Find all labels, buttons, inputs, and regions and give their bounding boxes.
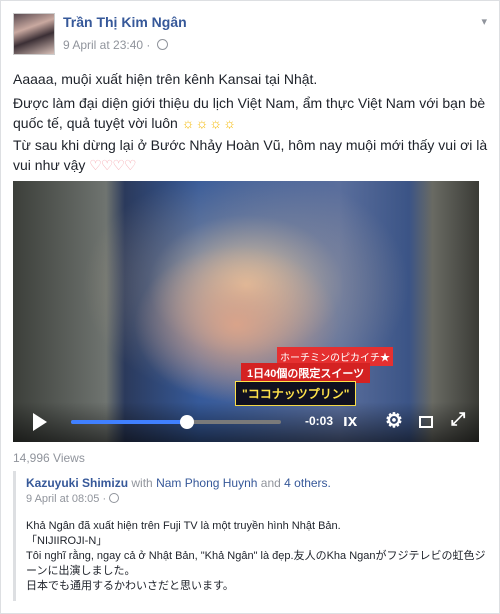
post-line-3: Từ sau khi dừng lại ở Bước Nhảy Hoàn Vũ,… [13, 135, 489, 175]
sun-emoji-icon: ☼☼☼☼ [181, 115, 238, 131]
shared-author-line: Kazuyuki Shimizu with Nam Phong Huynh an… [26, 476, 331, 490]
post-meta: 9 April at 23:40 · [63, 38, 168, 52]
post-line-2-text: Được làm đại diện giới thiệu du lịch Việ… [13, 95, 486, 131]
post-line-1: Aaaaa, muội xuất hiện trên kênh Kansai t… [13, 71, 318, 87]
fullscreen-icon[interactable]: ⤢ [451, 409, 465, 430]
post-time[interactable]: 9 April at 23:40 [63, 38, 143, 52]
post-line-3-text: Từ sau khi dừng lại ở Bước Nhảy Hoàn Vũ,… [13, 137, 488, 173]
shared-dot: · [102, 493, 107, 505]
shared-line-2: 「NIJIIROJI-N」 [26, 535, 108, 547]
shared-author-name[interactable]: Kazuyuki Shimizu [26, 476, 128, 490]
globe-icon [156, 39, 168, 50]
author-name[interactable]: Trần Thị Kim Ngân [63, 14, 187, 30]
tv-caption: ホーチミンのピカイチ★ 1日40個の限定スイーツ "ココナッツプリン" [213, 347, 443, 407]
progress-fill [71, 420, 187, 424]
meta-dot: · [146, 38, 151, 52]
mute-icon[interactable]: ıx [343, 411, 357, 431]
theater-icon[interactable] [419, 411, 433, 431]
post-card: Trần Thị Kim Ngân 9 April at 23:40 · ▾ A… [0, 0, 500, 614]
shared-with: with [131, 476, 153, 490]
view-count: 14,996 Views [13, 451, 85, 465]
shared-meta: 9 April at 08:05 · [26, 493, 120, 505]
video-player[interactable]: ホーチミンのピカイチ★ 1日40個の限定スイーツ "ココナッツプリン" -0:0… [13, 181, 479, 442]
heart-emoji-icon: ♡♡♡♡ [89, 157, 136, 173]
gear-icon[interactable]: ⚙ [385, 408, 403, 433]
shared-others-link[interactable]: 4 others. [284, 476, 331, 490]
time-remaining: -0:03 [305, 414, 334, 428]
play-icon[interactable] [33, 413, 47, 431]
shared-time[interactable]: 9 April at 08:05 [26, 493, 99, 505]
shared-post: Kazuyuki Shimizu with Nam Phong Huynh an… [13, 471, 492, 601]
shared-line-1: Khả Ngân đã xuất hiện trên Fuji TV là mộ… [26, 520, 341, 532]
shared-line-3: Tôi nghĩ rằng, ngay cả ở Nhật Bản, "Khả … [26, 550, 486, 577]
progress-handle[interactable] [179, 415, 194, 429]
shared-line-4: 日本でも通用するかわいさだと思います。 [26, 580, 234, 592]
progress-track[interactable] [71, 415, 281, 429]
shared-tagged-name[interactable]: Nam Phong Huynh [156, 476, 257, 490]
video-controls: -0:03 ıx ⚙ ⤢ [13, 402, 479, 442]
tv-caption-top: 1日40個の限定スイーツ [241, 363, 371, 383]
shared-text: Khả Ngân đã xuất hiện trên Fuji TV là mộ… [26, 519, 486, 594]
author-avatar[interactable] [13, 13, 55, 55]
chevron-down-icon[interactable]: ▾ [481, 15, 487, 28]
shared-and: and [260, 476, 281, 490]
globe-icon [109, 493, 120, 503]
post-line-2: Được làm đại diện giới thiệu du lịch Việ… [13, 93, 489, 133]
